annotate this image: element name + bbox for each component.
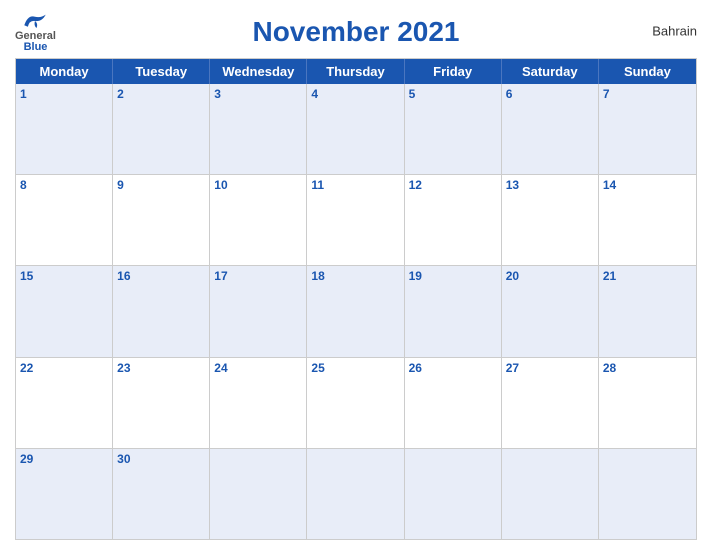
day-number: 21 [603, 269, 692, 283]
day-headers-row: MondayTuesdayWednesdayThursdayFridaySatu… [16, 59, 696, 84]
day-number: 23 [117, 361, 205, 375]
day-number: 24 [214, 361, 302, 375]
day-cell-25: 25 [307, 358, 404, 448]
day-cell-20: 20 [502, 266, 599, 356]
day-number: 29 [20, 452, 108, 466]
calendar-weeks: 1234567891011121314151617181920212223242… [16, 84, 696, 539]
calendar-header: General Blue November 2021 Bahrain [15, 10, 697, 52]
country-label: Bahrain [652, 24, 697, 39]
week-row-1: 1234567 [16, 84, 696, 174]
day-cell-16: 16 [113, 266, 210, 356]
day-number: 25 [311, 361, 399, 375]
day-cell-3: 3 [210, 84, 307, 174]
day-cell-empty [405, 449, 502, 539]
logo-bird-icon [20, 11, 50, 31]
day-cell-5: 5 [405, 84, 502, 174]
day-cell-30: 30 [113, 449, 210, 539]
day-cell-26: 26 [405, 358, 502, 448]
day-number: 26 [409, 361, 497, 375]
day-cell-8: 8 [16, 175, 113, 265]
day-cell-11: 11 [307, 175, 404, 265]
day-cell-28: 28 [599, 358, 696, 448]
day-number: 2 [117, 87, 205, 101]
day-number: 20 [506, 269, 594, 283]
day-number: 27 [506, 361, 594, 375]
calendar-title: November 2021 [252, 16, 459, 48]
day-number: 6 [506, 87, 594, 101]
day-number: 28 [603, 361, 692, 375]
day-number: 5 [409, 87, 497, 101]
week-row-5: 29 30 [16, 448, 696, 539]
day-cell-empty [210, 449, 307, 539]
day-number: 4 [311, 87, 399, 101]
day-number: 10 [214, 178, 302, 192]
day-number: 22 [20, 361, 108, 375]
week-row-4: 22 23 24 25 26 27 28 [16, 357, 696, 448]
day-cell-19: 19 [405, 266, 502, 356]
logo-blue-text: Blue [24, 42, 48, 53]
day-cell-14: 14 [599, 175, 696, 265]
day-number: 8 [20, 178, 108, 192]
day-header-sunday: Sunday [599, 59, 696, 84]
day-header-wednesday: Wednesday [210, 59, 307, 84]
day-cell-22: 22 [16, 358, 113, 448]
day-cell-24: 24 [210, 358, 307, 448]
day-number: 3 [214, 87, 302, 101]
day-number: 17 [214, 269, 302, 283]
day-cell-18: 18 [307, 266, 404, 356]
day-number: 9 [117, 178, 205, 192]
day-cell-15: 15 [16, 266, 113, 356]
day-header-thursday: Thursday [307, 59, 404, 84]
day-cell-21: 21 [599, 266, 696, 356]
day-number: 1 [20, 87, 108, 101]
day-number: 30 [117, 452, 205, 466]
day-number: 11 [311, 178, 399, 192]
day-cell-27: 27 [502, 358, 599, 448]
day-number: 12 [409, 178, 497, 192]
week-row-3: 15 16 17 18 19 20 21 [16, 265, 696, 356]
day-cell-17: 17 [210, 266, 307, 356]
day-cell-10: 10 [210, 175, 307, 265]
day-cell-29: 29 [16, 449, 113, 539]
day-cell-6: 6 [502, 84, 599, 174]
day-number: 18 [311, 269, 399, 283]
day-header-tuesday: Tuesday [113, 59, 210, 84]
day-number: 15 [20, 269, 108, 283]
day-number: 7 [603, 87, 692, 101]
day-cell-empty [307, 449, 404, 539]
day-cell-4: 4 [307, 84, 404, 174]
day-cell-7: 7 [599, 84, 696, 174]
day-header-friday: Friday [405, 59, 502, 84]
day-number: 13 [506, 178, 594, 192]
day-number: 14 [603, 178, 692, 192]
calendar-grid: MondayTuesdayWednesdayThursdayFridaySatu… [15, 58, 697, 540]
day-cell-empty [599, 449, 696, 539]
logo: General Blue [15, 11, 56, 53]
day-cell-2: 2 [113, 84, 210, 174]
day-cell-12: 12 [405, 175, 502, 265]
week-row-2: 89 10 11 12 13 14 [16, 174, 696, 265]
day-cell-23: 23 [113, 358, 210, 448]
day-cell-9: 9 [113, 175, 210, 265]
day-number: 16 [117, 269, 205, 283]
day-header-monday: Monday [16, 59, 113, 84]
day-header-saturday: Saturday [502, 59, 599, 84]
day-cell-empty [502, 449, 599, 539]
day-number: 19 [409, 269, 497, 283]
day-cell-13: 13 [502, 175, 599, 265]
day-cell-1: 1 [16, 84, 113, 174]
